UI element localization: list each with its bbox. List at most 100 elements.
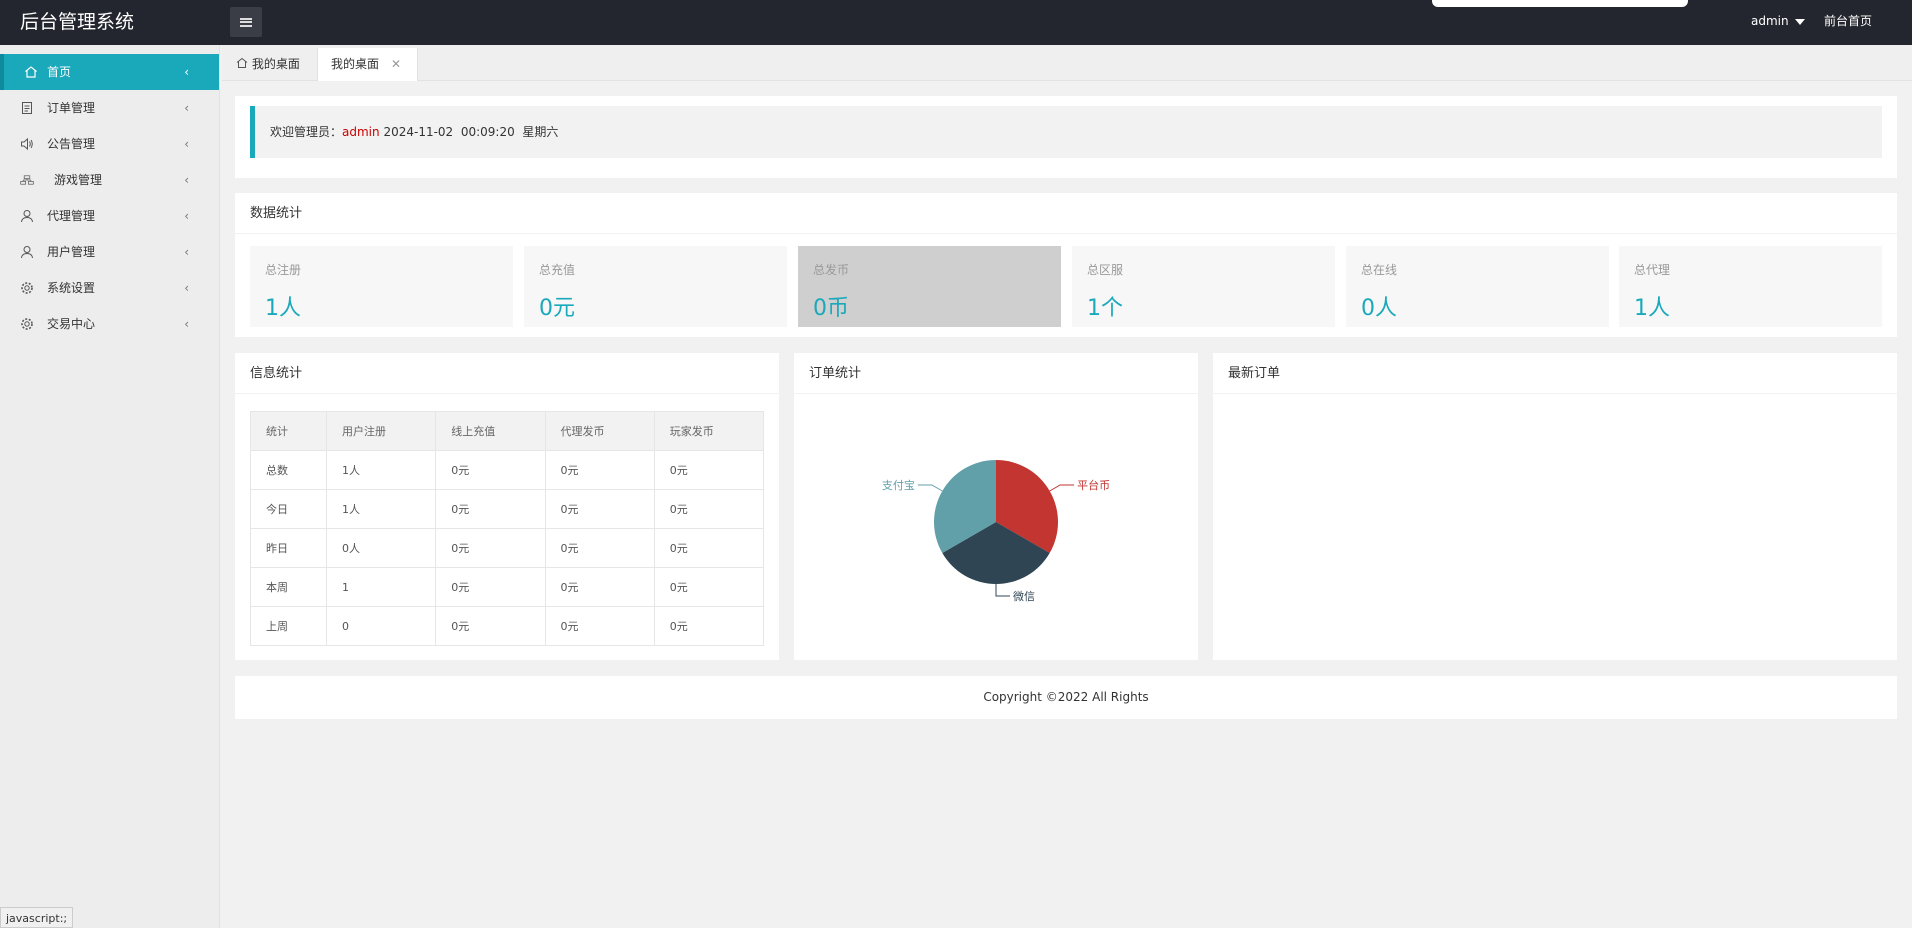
card-title: 最新订单 bbox=[1213, 353, 1897, 394]
sidebar-item-orders[interactable]: 订单管理 ‹ bbox=[0, 90, 219, 126]
sidebar: 首页 ‹ 订单管理 ‹ 公告管理 ‹ 游戏管理 ‹ 代理管理 ‹ 用户管理 ‹ bbox=[0, 45, 220, 928]
stat-label: 总注册 bbox=[265, 263, 302, 277]
user-menu[interactable]: admin bbox=[1751, 0, 1805, 43]
table-header-row: 统计 用户注册 线上充值 代理发币 玩家发币 bbox=[250, 411, 765, 451]
sidebar-item-agents[interactable]: 代理管理 ‹ bbox=[0, 198, 219, 234]
table-cell: 0元 bbox=[435, 528, 546, 568]
info-stats-card: 信息统计 统计 用户注册 线上充值 代理发币 玩家发币 总数 1人 0元 0元 … bbox=[235, 353, 779, 660]
table-header-cell: 统计 bbox=[250, 411, 327, 451]
sidebar-item-label: 代理管理 bbox=[47, 209, 96, 223]
stat-total-servers[interactable]: 总区服 1个 bbox=[1072, 246, 1335, 327]
card-title: 信息统计 bbox=[235, 353, 779, 394]
tab-label: 我的桌面 bbox=[251, 57, 300, 71]
chevron-left-icon: ‹ bbox=[184, 137, 189, 151]
sidebar-item-trading[interactable]: 交易中心 ‹ bbox=[0, 306, 219, 342]
sidebar-item-label: 游戏管理 bbox=[54, 173, 103, 187]
table-cell: 本周 bbox=[250, 567, 327, 607]
data-stats-card: 数据统计 总注册 1人 总充值 0元 总发币 0币 总区服 1个 总在线 0人 … bbox=[235, 193, 1897, 337]
home-icon bbox=[24, 54, 38, 90]
stat-total-agents[interactable]: 总代理 1人 bbox=[1619, 246, 1882, 327]
table-cell: 0元 bbox=[435, 606, 546, 646]
sidebar-item-games[interactable]: 游戏管理 ‹ bbox=[0, 162, 219, 198]
stat-total-coins-issued[interactable]: 总发币 0币 bbox=[798, 246, 1061, 327]
sidebar-item-home[interactable]: 首页 ‹ bbox=[0, 54, 219, 90]
chevron-left-icon: ‹ bbox=[184, 281, 189, 295]
table-cell: 0元 bbox=[653, 489, 765, 529]
sidebar-item-announcements[interactable]: 公告管理 ‹ bbox=[0, 126, 219, 162]
document-icon bbox=[20, 90, 34, 126]
table-cell: 今日 bbox=[250, 489, 327, 529]
table-cell: 总数 bbox=[250, 450, 327, 490]
speaker-icon bbox=[20, 126, 34, 162]
tab-label: 我的桌面 bbox=[331, 57, 380, 71]
table-header-cell: 线上充值 bbox=[435, 411, 546, 451]
card-title: 订单统计 bbox=[794, 353, 1198, 394]
sidebar-item-label: 交易中心 bbox=[47, 317, 96, 331]
table-header-cell: 用户注册 bbox=[325, 411, 437, 451]
order-pie-chart[interactable]: 平台币微信 支付宝 bbox=[794, 394, 1198, 660]
sitemap-icon bbox=[20, 162, 34, 198]
welcome-admin-name: admin bbox=[342, 125, 380, 139]
chevron-left-icon: ‹ bbox=[184, 173, 189, 187]
sidebar-item-label: 公告管理 bbox=[47, 137, 96, 151]
home-icon bbox=[236, 57, 248, 71]
table-cell: 0元 bbox=[653, 528, 765, 568]
front-home-link[interactable]: 前台首页 bbox=[1824, 0, 1872, 43]
latest-orders-card: 最新订单 bbox=[1213, 353, 1897, 660]
table-cell: 1 bbox=[325, 567, 437, 607]
pie-label-line bbox=[995, 584, 1010, 597]
sidebar-item-label: 首页 bbox=[47, 65, 72, 79]
gear-icon bbox=[20, 306, 34, 342]
sidebar-item-users[interactable]: 用户管理 ‹ bbox=[0, 234, 219, 270]
pie-label: 支付宝 bbox=[882, 478, 915, 492]
menu-toggle-button[interactable] bbox=[230, 7, 262, 37]
pie-label-line bbox=[917, 484, 943, 492]
app-title: 后台管理系统 bbox=[20, 11, 135, 33]
chevron-left-icon: ‹ bbox=[184, 101, 189, 115]
table-row: 今日 1人 0元 0元 0元 bbox=[250, 489, 765, 529]
gear-icon bbox=[20, 270, 34, 306]
search-popup[interactable] bbox=[1432, 0, 1688, 7]
table-cell: 0元 bbox=[653, 567, 765, 607]
table-cell: 0元 bbox=[653, 450, 765, 490]
table-cell: 上周 bbox=[250, 606, 327, 646]
pie-label: 微信 bbox=[1013, 589, 1035, 603]
stat-total-online[interactable]: 总在线 0人 bbox=[1346, 246, 1609, 327]
stat-value: 0元 bbox=[539, 296, 575, 321]
caret-down-icon bbox=[1794, 18, 1805, 25]
stat-label: 总在线 bbox=[1361, 263, 1398, 277]
table-cell: 0元 bbox=[435, 567, 546, 607]
sidebar-item-label: 系统设置 bbox=[47, 281, 96, 295]
table-cell: 0人 bbox=[325, 528, 437, 568]
stat-label: 总代理 bbox=[1634, 263, 1671, 277]
stat-value: 0币 bbox=[813, 296, 849, 321]
stat-total-recharge[interactable]: 总充值 0元 bbox=[524, 246, 787, 327]
tab-bar: 我的桌面 我的桌面 ✕ bbox=[222, 45, 1912, 81]
stat-value: 1人 bbox=[265, 296, 301, 321]
pie-label: 平台币 bbox=[1077, 478, 1110, 492]
tab-desktop[interactable]: 我的桌面 ✕ bbox=[317, 48, 418, 81]
chevron-left-icon: ‹ bbox=[184, 209, 189, 223]
table-header-cell: 代理发币 bbox=[544, 411, 655, 451]
hamburger-icon bbox=[240, 17, 252, 27]
stat-value: 1个 bbox=[1087, 296, 1123, 321]
table-header-cell: 玩家发币 bbox=[653, 411, 765, 451]
stat-value: 1人 bbox=[1634, 296, 1670, 321]
table-cell: 0元 bbox=[435, 450, 546, 490]
table-row: 本周 1 0元 0元 0元 bbox=[250, 567, 765, 607]
table-cell: 0元 bbox=[653, 606, 765, 646]
close-icon[interactable]: ✕ bbox=[391, 48, 401, 81]
stat-label: 总充值 bbox=[539, 263, 576, 277]
chevron-left-icon: ‹ bbox=[184, 65, 189, 79]
table-cell: 0元 bbox=[544, 528, 655, 568]
table-cell: 0元 bbox=[544, 567, 655, 607]
tab-home[interactable]: 我的桌面 bbox=[236, 48, 300, 81]
sidebar-item-label: 用户管理 bbox=[47, 245, 96, 259]
copyright-text: Copyright ©2022 All Rights bbox=[983, 690, 1149, 704]
stat-label: 总区服 bbox=[1087, 263, 1124, 277]
sidebar-item-label: 订单管理 bbox=[47, 101, 96, 115]
table-cell: 1人 bbox=[325, 450, 437, 490]
sidebar-item-settings[interactable]: 系统设置 ‹ bbox=[0, 270, 219, 306]
stat-total-registrations[interactable]: 总注册 1人 bbox=[250, 246, 513, 327]
table-row: 昨日 0人 0元 0元 0元 bbox=[250, 528, 765, 568]
